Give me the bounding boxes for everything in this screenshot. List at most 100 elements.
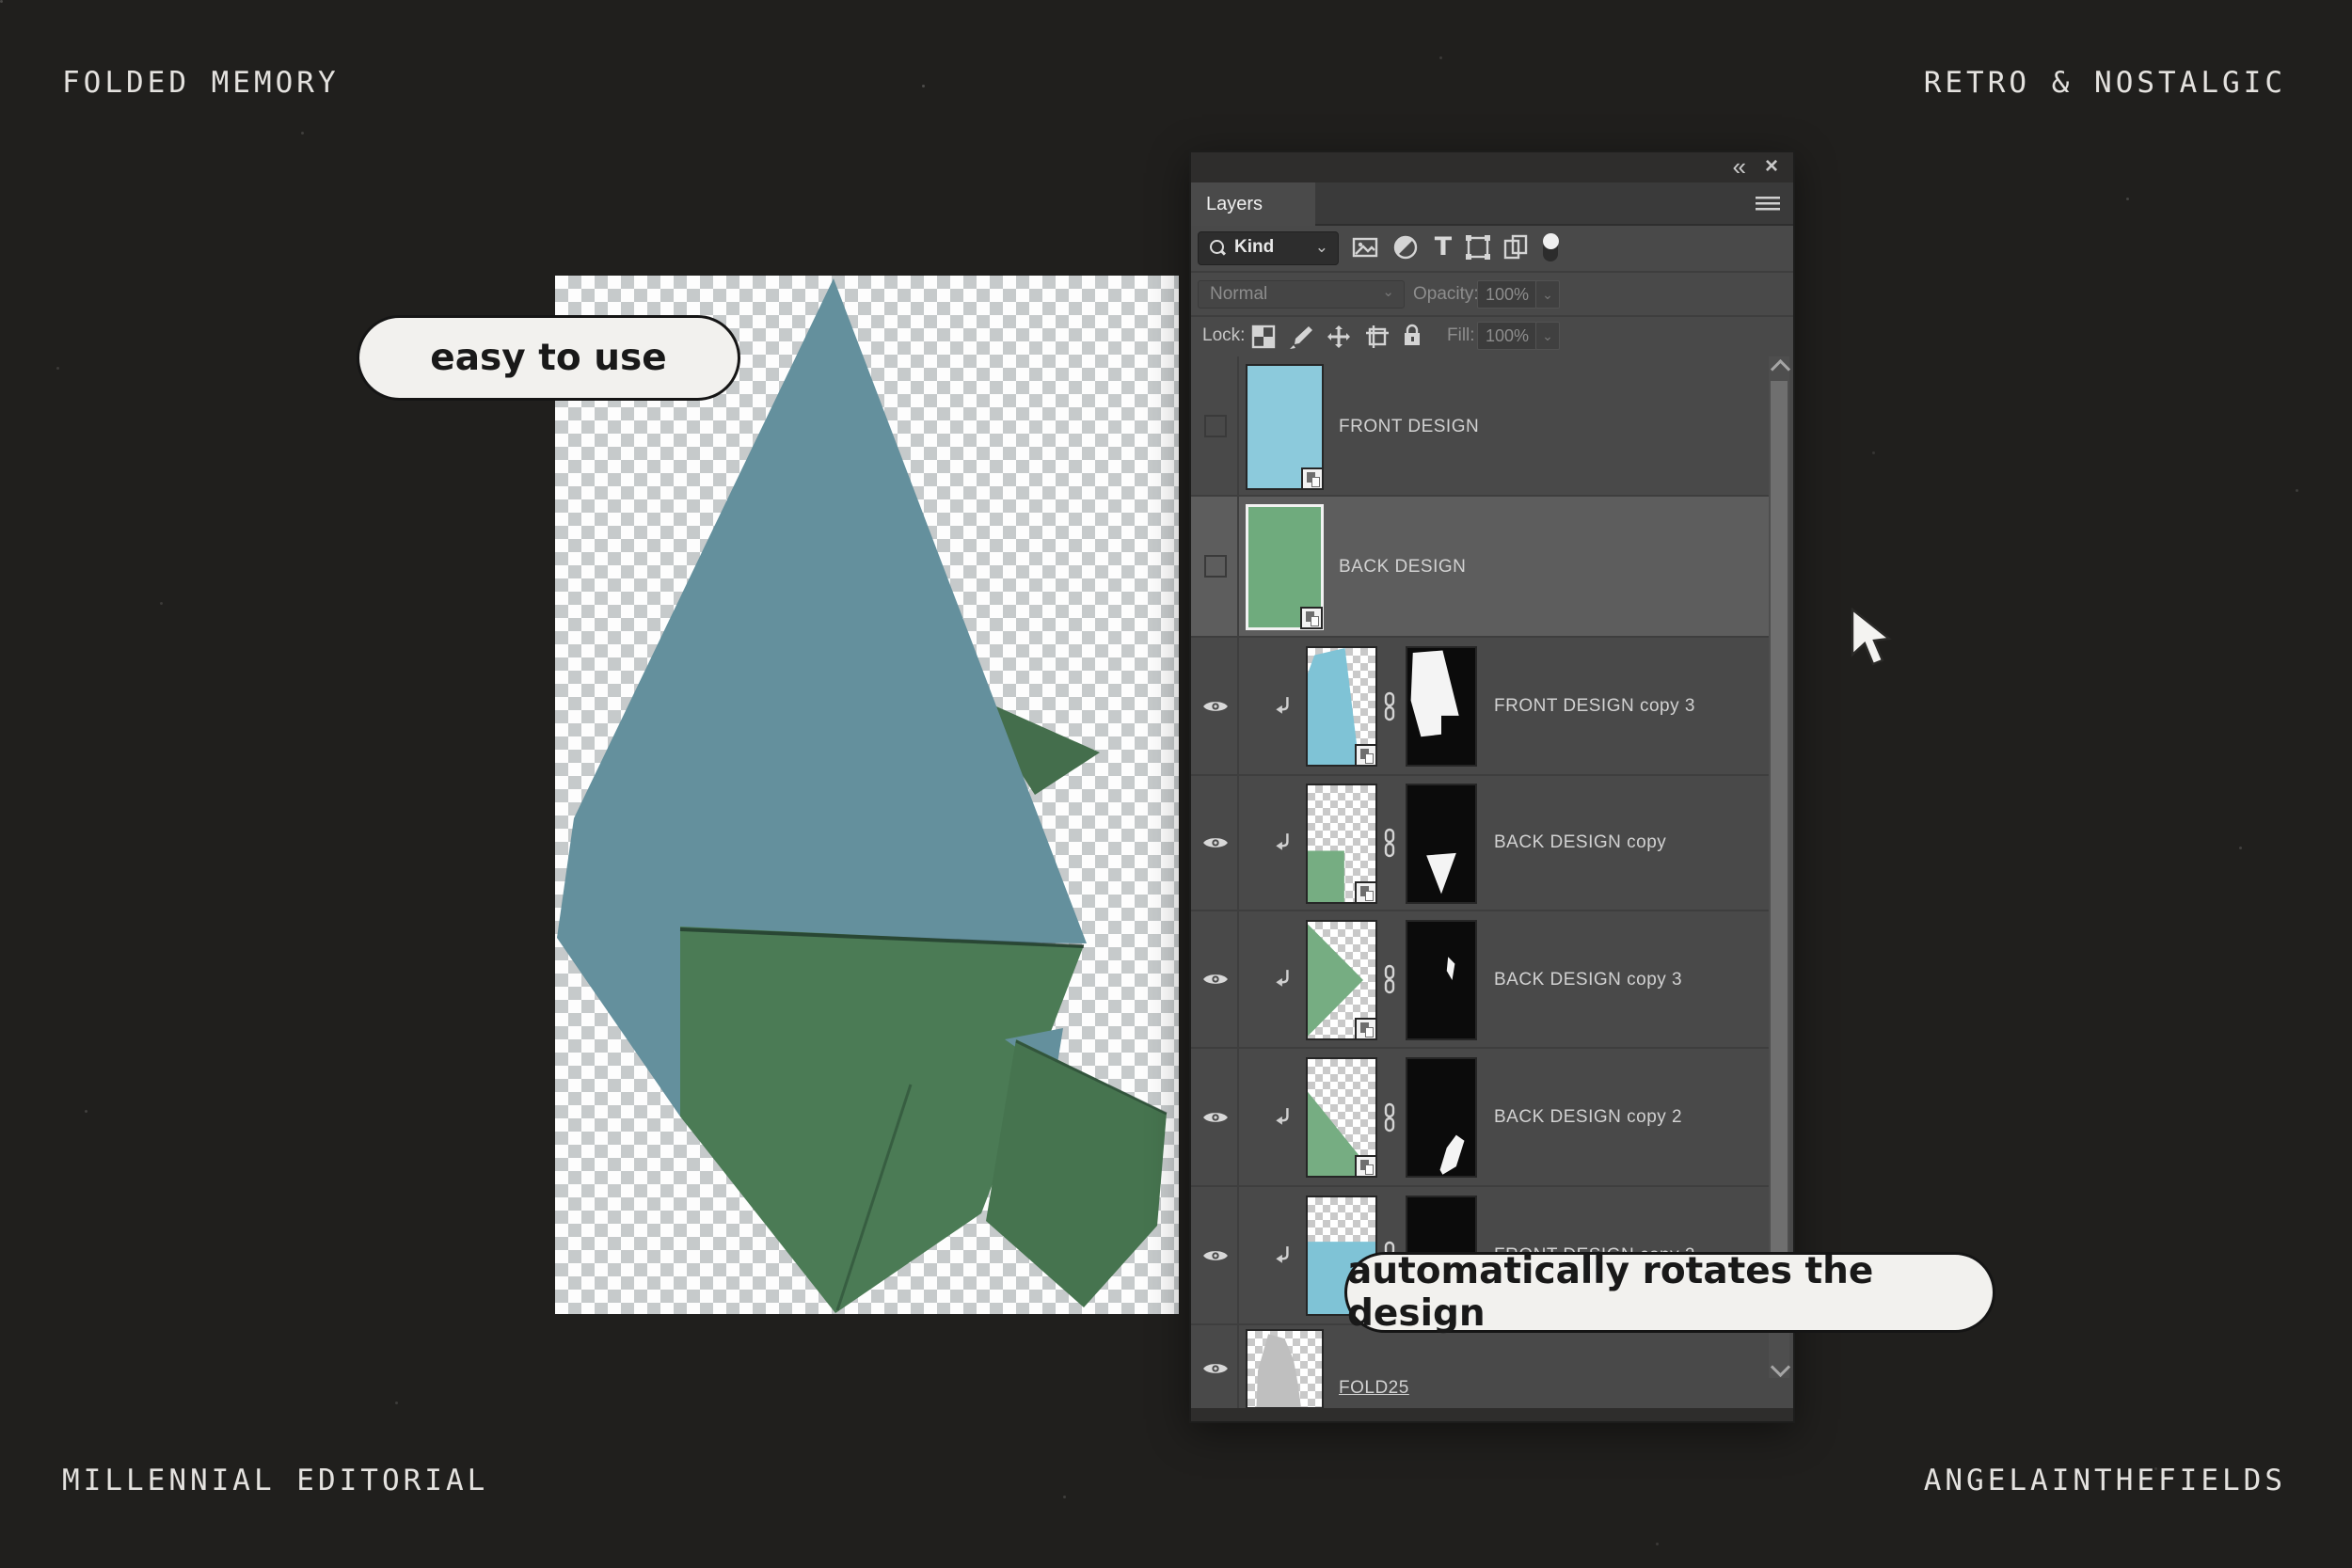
eye-icon[interactable]: [1202, 969, 1229, 990]
clipping-mask-arrow-icon: [1274, 696, 1293, 717]
fold-crease-lines: [555, 276, 1179, 1314]
layer-thumbnail[interactable]: [1246, 504, 1324, 630]
showcase-image: FOLDED MEMORY RETRO & NOSTALGIC MILLENNI…: [0, 0, 2352, 1568]
lock-position-icon[interactable]: [1327, 325, 1351, 349]
mask-link-icon[interactable]: [1382, 1102, 1397, 1132]
panel-scrollbar[interactable]: [1769, 356, 1789, 1378]
lock-label: Lock:: [1202, 325, 1245, 346]
layer-name[interactable]: BACK DESIGN: [1339, 557, 1466, 578]
smart-object-badge-icon: [1355, 881, 1377, 904]
callout-text: easy to use: [430, 337, 666, 379]
panel-tabbar: Layers: [1191, 182, 1793, 226]
opacity-value[interactable]: 100%: [1477, 280, 1537, 309]
lock-all-icon[interactable]: [1400, 323, 1424, 347]
smart-object-badge-icon: [1355, 1018, 1377, 1040]
lock-artboard-icon[interactable]: [1365, 325, 1390, 349]
blend-mode-dropdown[interactable]: Normal ⌄: [1198, 280, 1405, 309]
layer-thumbnail[interactable]: [1306, 1057, 1377, 1178]
layer-row[interactable]: BACK DESIGN: [1191, 497, 1771, 638]
scroll-up-icon[interactable]: [1771, 359, 1790, 379]
callout-easy-to-use: easy to use: [357, 315, 740, 401]
panel-titlebar: « ×: [1191, 152, 1793, 182]
clipping-mask-arrow-icon: [1274, 1245, 1293, 1266]
callout-auto-rotate: automatically rotates the design: [1344, 1252, 1995, 1333]
noise-texture: [0, 0, 3, 3]
fill-dropdown-icon[interactable]: ⌄: [1535, 322, 1560, 350]
layer-name[interactable]: BACK DESIGN copy 3: [1494, 970, 1682, 990]
scrollbar-thumb[interactable]: [1771, 381, 1788, 1331]
layer-name[interactable]: FOLD25: [1339, 1378, 1409, 1399]
layer-thumbnail[interactable]: [1306, 646, 1377, 767]
layer-name[interactable]: FRONT DESIGN copy 3: [1494, 696, 1695, 717]
mask-link-icon[interactable]: [1382, 964, 1397, 994]
eye-icon[interactable]: [1202, 696, 1229, 717]
filter-type-layers-icon[interactable]: T: [1429, 233, 1457, 261]
layer-filter-row: Kind ⌄ T: [1191, 228, 1793, 271]
mouse-cursor-icon: [1847, 608, 1898, 668]
search-icon: [1210, 240, 1224, 254]
blend-mode-value: Normal: [1210, 284, 1267, 305]
callout-text: automatically rotates the design: [1347, 1250, 1993, 1335]
smart-object-badge-icon: [1355, 1155, 1377, 1178]
layer-mask-thumbnail[interactable]: [1406, 920, 1477, 1040]
scroll-down-icon[interactable]: [1771, 1357, 1790, 1377]
chevron-down-icon: ⌄: [1382, 283, 1394, 300]
clipping-mask-arrow-icon: [1274, 1107, 1293, 1128]
blend-mode-row: Normal ⌄ Opacity: 100% ⌄: [1191, 271, 1793, 315]
tab-layers[interactable]: Layers: [1191, 182, 1315, 226]
panel-menu-icon[interactable]: [1756, 197, 1780, 212]
layer-row[interactable]: FRONT DESIGN copy 3: [1191, 638, 1771, 776]
layer-mask-thumbnail[interactable]: [1406, 784, 1477, 904]
layer-thumbnail[interactable]: [1306, 920, 1377, 1040]
clipping-mask-arrow-icon: [1274, 969, 1293, 990]
mask-link-icon[interactable]: [1382, 691, 1397, 721]
layer-row[interactable]: FOLD25: [1191, 1325, 1771, 1412]
smart-object-badge-icon: [1355, 744, 1377, 767]
document-canvas[interactable]: [555, 276, 1179, 1314]
clipping-mask-arrow-icon: [1274, 832, 1293, 853]
filter-smart-objects-icon[interactable]: [1502, 233, 1530, 261]
eye-icon[interactable]: [1202, 832, 1229, 853]
smart-object-badge-icon: [1300, 607, 1323, 629]
lock-transparency-icon[interactable]: [1251, 325, 1276, 349]
panel-footer: [1191, 1408, 1793, 1421]
visibility-toggle[interactable]: [1204, 555, 1227, 578]
eye-icon[interactable]: [1202, 1245, 1229, 1266]
fill-label: Fill:: [1447, 325, 1475, 346]
filter-kind-label: Kind: [1234, 237, 1274, 258]
branding-bottom-right: ANGELAINTHEFIELDS: [1924, 1464, 2286, 1497]
lock-pixels-brush-icon[interactable]: [1288, 325, 1312, 349]
layer-name[interactable]: FRONT DESIGN: [1339, 417, 1479, 437]
layer-mask-thumbnail[interactable]: [1406, 646, 1477, 767]
branding-top-left: FOLDED MEMORY: [62, 66, 340, 100]
branding-bottom-left: MILLENNIAL EDITORIAL: [62, 1464, 488, 1497]
mask-link-icon[interactable]: [1382, 828, 1397, 858]
chevron-down-icon: ⌄: [1315, 238, 1328, 257]
layer-thumbnail[interactable]: [1306, 784, 1377, 904]
collapse-panel-icon[interactable]: «: [1733, 152, 1746, 182]
layer-row[interactable]: BACK DESIGN copy: [1191, 776, 1771, 911]
layer-thumbnail[interactable]: [1246, 364, 1324, 490]
visibility-toggle[interactable]: [1204, 415, 1227, 437]
opacity-label: Opacity:: [1413, 284, 1479, 305]
branding-top-right: RETRO & NOSTALGIC: [1924, 66, 2286, 100]
filter-toggle-icon[interactable]: [1541, 233, 1560, 261]
smart-object-badge-icon: [1301, 467, 1324, 490]
layer-name[interactable]: BACK DESIGN copy: [1494, 832, 1666, 853]
eye-icon[interactable]: [1202, 1107, 1229, 1128]
filter-kind-dropdown[interactable]: Kind ⌄: [1198, 231, 1339, 265]
filter-shape-layers-icon[interactable]: [1464, 233, 1492, 261]
layer-row[interactable]: FRONT DESIGN: [1191, 356, 1771, 497]
layer-mask-thumbnail[interactable]: [1406, 1057, 1477, 1178]
layer-row[interactable]: BACK DESIGN copy 2: [1191, 1049, 1771, 1187]
eye-icon[interactable]: [1202, 1358, 1229, 1379]
layer-thumbnail[interactable]: [1246, 1329, 1324, 1409]
filter-adjustment-layers-icon[interactable]: [1391, 233, 1420, 261]
layer-row[interactable]: BACK DESIGN copy 3: [1191, 911, 1771, 1049]
filter-pixel-layers-icon[interactable]: [1351, 233, 1379, 261]
layers-panel: « × Layers Kind ⌄ T: [1189, 150, 1795, 1423]
opacity-dropdown-icon[interactable]: ⌄: [1535, 280, 1560, 309]
fill-value[interactable]: 100%: [1477, 322, 1537, 350]
layer-name[interactable]: BACK DESIGN copy 2: [1494, 1107, 1682, 1128]
close-panel-icon[interactable]: ×: [1765, 152, 1778, 182]
